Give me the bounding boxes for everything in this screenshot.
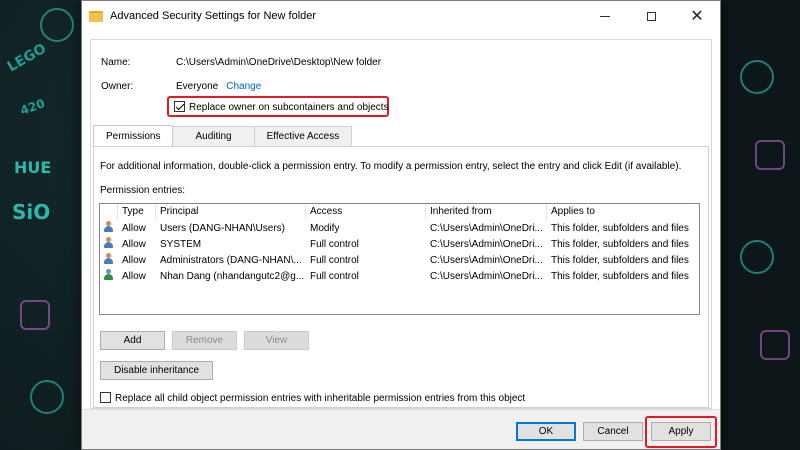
info-text: For additional information, double-click… [100, 161, 682, 172]
column-header-access[interactable]: Access [306, 204, 426, 220]
replace-owner-label: Replace owner on subcontainers and objec… [189, 102, 389, 113]
circle-doodle [40, 8, 74, 42]
row-principal: SYSTEM [160, 238, 202, 250]
add-button[interactable]: Add [100, 331, 165, 350]
row-applies-to: This folder, subfolders and files [551, 222, 689, 234]
circle-doodle [30, 380, 64, 414]
owner-label: Owner: [101, 81, 134, 92]
row-principal: Administrators (DANG-NHAN\... [160, 254, 302, 266]
row-inherited-from: C:\Users\Admin\OneDri... [430, 270, 543, 282]
dialog-body: Name: C:\Users\Admin\OneDrive\Desktop\Ne… [90, 39, 712, 409]
advanced-security-dialog: Advanced Security Settings for New folde… [81, 0, 721, 450]
replace-child-label: Replace all child object permission entr… [115, 393, 526, 404]
column-header-type[interactable]: Type [118, 204, 156, 220]
cancel-button[interactable]: Cancel [583, 422, 643, 441]
view-button[interactable]: View [244, 331, 309, 350]
minimize-button[interactable] [582, 1, 628, 32]
apply-button[interactable]: Apply [651, 422, 711, 441]
replace-owner-checkbox[interactable] [174, 101, 185, 112]
close-button[interactable]: ✕ [674, 1, 720, 32]
square-doodle [760, 330, 790, 360]
header-icon-cell [100, 204, 118, 220]
row-inherited-from: C:\Users\Admin\OneDri... [430, 238, 543, 250]
table-row[interactable]: Allow Nhan Dang (nhandangutc2@g... Full … [100, 268, 699, 284]
column-header-principal[interactable]: Principal [156, 204, 306, 220]
name-label: Name: [101, 57, 131, 68]
permission-entries-label: Permission entries: [100, 185, 186, 196]
user-group-icon [103, 237, 114, 248]
tab-effective-access[interactable]: Effective Access [253, 126, 353, 146]
replace-child-option[interactable]: Replace all child object permission entr… [100, 392, 525, 404]
maximize-button[interactable] [628, 1, 674, 32]
remove-button[interactable]: Remove [172, 331, 237, 350]
row-applies-to: This folder, subfolders and files [551, 270, 689, 282]
number-doodle: 420 [18, 96, 47, 118]
tab-permissions[interactable]: Permissions [93, 125, 174, 146]
user-group-icon [103, 221, 114, 232]
replace-child-checkbox[interactable] [100, 392, 111, 403]
disable-inheritance-button[interactable]: Disable inheritance [100, 361, 213, 380]
row-access: Full control [310, 270, 359, 282]
row-type: Allow [122, 222, 146, 234]
table-row[interactable]: Allow SYSTEM Full control C:\Users\Admin… [100, 236, 699, 252]
row-principal: Users (DANG-NHAN\Users) [160, 222, 285, 234]
permission-entries-table[interactable]: Type Principal Access Inherited from App… [99, 203, 700, 315]
circle-doodle [740, 60, 774, 94]
row-access: Modify [310, 222, 340, 234]
tab-auditing[interactable]: Auditing [172, 126, 255, 146]
table-header: Type Principal Access Inherited from App… [100, 204, 699, 220]
ok-button[interactable]: OK [516, 422, 576, 441]
table-row[interactable]: Allow Users (DANG-NHAN\Users) Modify C:\… [100, 220, 699, 236]
window-title: Advanced Security Settings for New folde… [110, 10, 317, 22]
row-type: Allow [122, 270, 146, 282]
owner-value: Everyone [176, 81, 219, 92]
user-group-icon [103, 253, 114, 264]
replace-owner-option[interactable]: Replace owner on subcontainers and objec… [174, 101, 389, 113]
lego-doodle: LEGO [4, 40, 50, 76]
tab-strip: Permissions Auditing Effective Access [93, 125, 353, 146]
table-row[interactable]: Allow Administrators (DANG-NHAN\... Full… [100, 252, 699, 268]
dialog-footer: OK Cancel Apply [82, 409, 720, 449]
row-applies-to: This folder, subfolders and files [551, 238, 689, 250]
change-owner-link[interactable]: Change [226, 81, 261, 92]
column-header-inherited-from[interactable]: Inherited from [426, 204, 547, 220]
user-icon [103, 269, 114, 280]
row-principal: Nhan Dang (nhandangutc2@g... [160, 270, 305, 282]
maximize-icon [646, 11, 656, 21]
square-doodle [20, 300, 50, 330]
row-applies-to: This folder, subfolders and files [551, 254, 689, 266]
folder-icon [89, 10, 103, 22]
column-header-applies-to[interactable]: Applies to [547, 204, 697, 220]
row-access: Full control [310, 254, 359, 266]
title-bar[interactable]: Advanced Security Settings for New folde… [82, 1, 720, 32]
name-value: C:\Users\Admin\OneDrive\Desktop\New fold… [176, 57, 382, 68]
circle-doodle [740, 240, 774, 274]
row-access: Full control [310, 238, 359, 250]
owner-value-group: Everyone Change [176, 81, 261, 92]
row-type: Allow [122, 254, 146, 266]
row-type: Allow [122, 238, 146, 250]
hue-doodle: HUE [14, 158, 52, 177]
minimize-icon [600, 15, 610, 17]
sio-doodle: SiO [12, 200, 51, 224]
row-inherited-from: C:\Users\Admin\OneDri... [430, 254, 543, 266]
square-doodle [755, 140, 785, 170]
row-inherited-from: C:\Users\Admin\OneDri... [430, 222, 543, 234]
